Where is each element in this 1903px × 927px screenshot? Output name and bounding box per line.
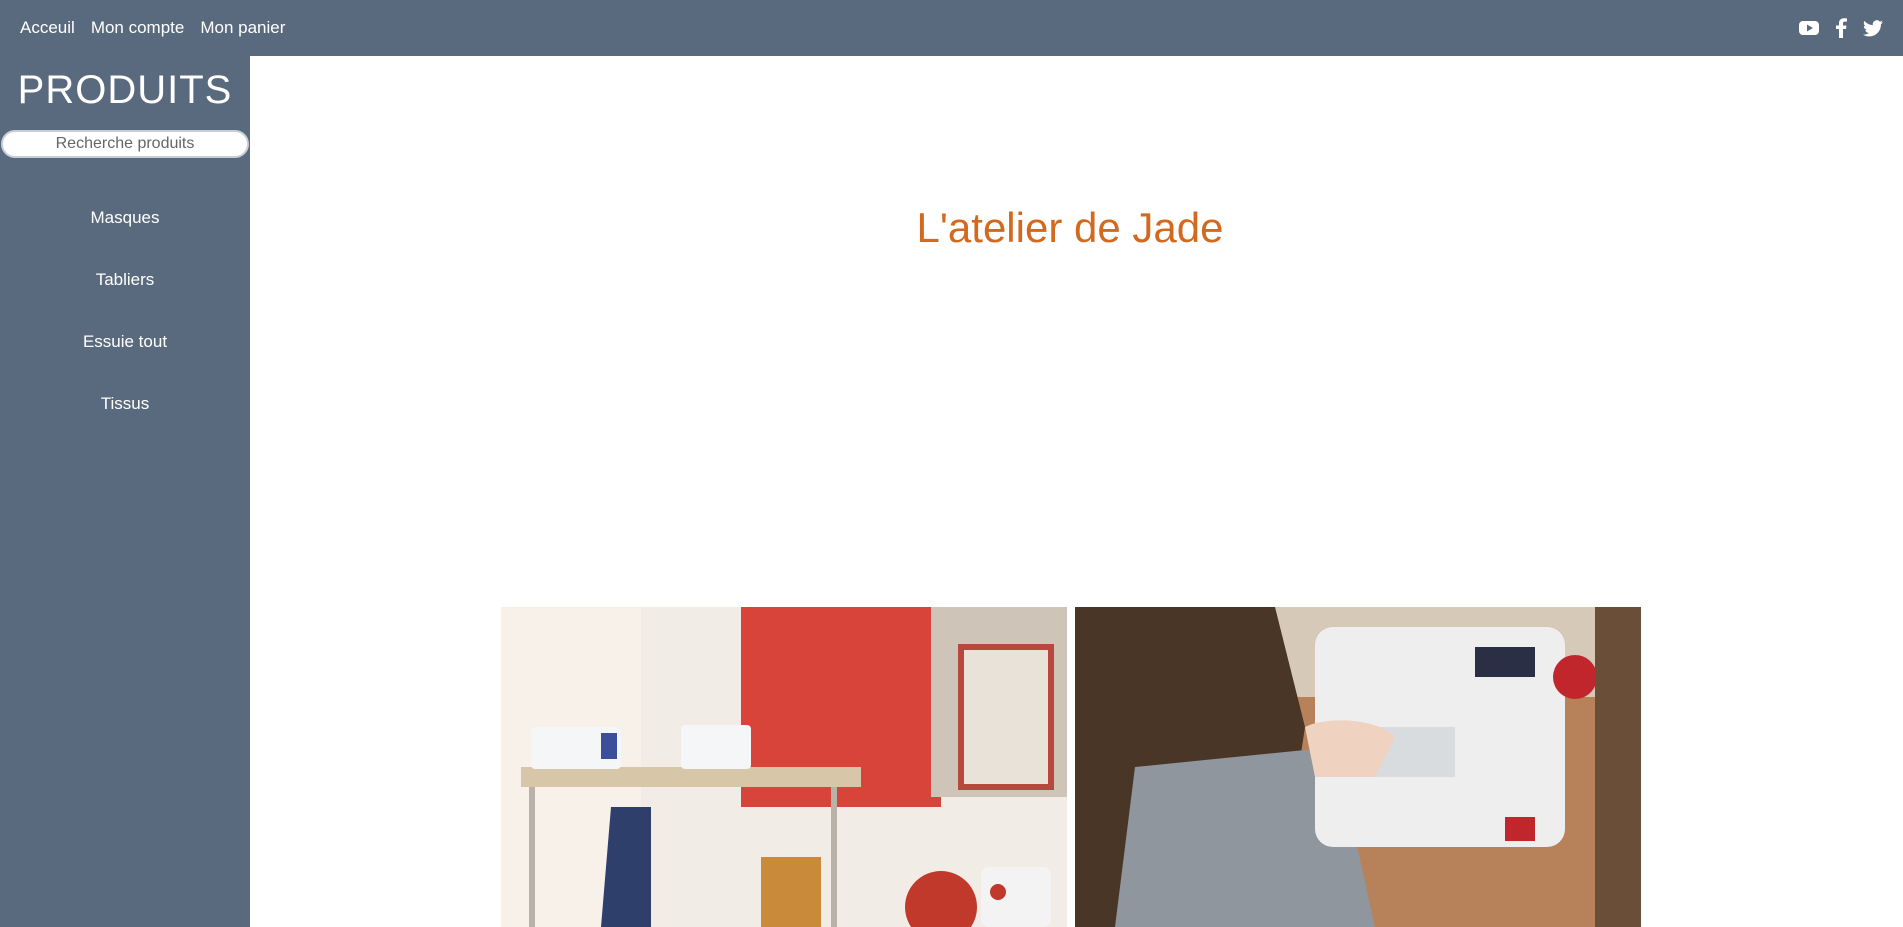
- sidebar: PRODUITS Masques Tabliers Essuie tout Ti…: [0, 56, 250, 927]
- nav-link-home[interactable]: Acceuil: [20, 18, 75, 38]
- sidebar-item-tissus[interactable]: Tissus: [0, 392, 250, 454]
- nav-link-account[interactable]: Mon compte: [91, 18, 185, 38]
- social-links: [1799, 18, 1883, 38]
- search-input[interactable]: [1, 130, 249, 158]
- nav-link-cart[interactable]: Mon panier: [200, 18, 285, 38]
- workshop-room-photo: [501, 607, 1067, 927]
- main-content: L'atelier de Jade: [250, 56, 1903, 927]
- sidebar-item-tabliers[interactable]: Tabliers: [0, 268, 250, 330]
- photo-gallery: [501, 607, 1641, 927]
- sidebar-title: PRODUITS: [17, 68, 233, 112]
- facebook-icon[interactable]: [1831, 18, 1851, 38]
- top-nav: Acceuil Mon compte Mon panier: [20, 18, 285, 38]
- sidebar-item-masques[interactable]: Masques: [0, 206, 250, 268]
- page-title: L'atelier de Jade: [916, 204, 1224, 251]
- category-menu: Masques Tabliers Essuie tout Tissus: [0, 206, 250, 454]
- twitter-icon[interactable]: [1863, 18, 1883, 38]
- sewing-machine-photo: [1075, 607, 1641, 927]
- top-navigation-bar: Acceuil Mon compte Mon panier: [0, 0, 1903, 56]
- sidebar-item-essuie-tout[interactable]: Essuie tout: [0, 330, 250, 392]
- youtube-icon[interactable]: [1799, 18, 1819, 38]
